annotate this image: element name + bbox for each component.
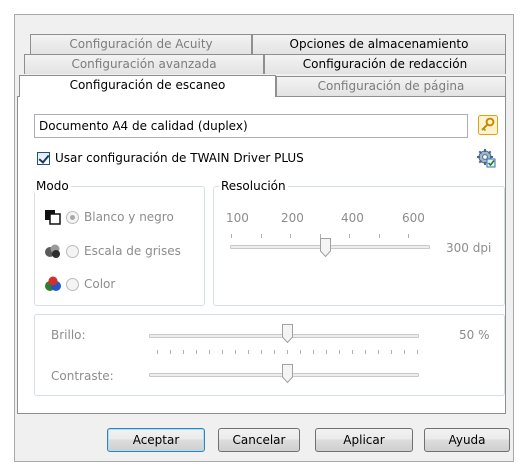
radio-grayscale[interactable]: [66, 244, 79, 258]
tab-page-settings[interactable]: Configuración de página: [276, 76, 506, 96]
contrast-slider-thumb[interactable]: [282, 364, 293, 384]
brightness-slider-thumb[interactable]: [282, 324, 293, 344]
resolution-group-title: Resolución: [219, 179, 288, 193]
mode-group-title: Modo: [34, 179, 71, 193]
resolution-scale-100: 100: [226, 211, 249, 225]
tab-storage-options[interactable]: Opciones de almacenamiento: [252, 34, 506, 54]
mode-option-black-white[interactable]: Blanco y negro: [44, 209, 174, 225]
twain-checkbox[interactable]: [37, 151, 50, 165]
color-icon: [44, 276, 62, 292]
cancel-button[interactable]: Cancelar: [218, 428, 300, 452]
apply-button[interactable]: Aplicar: [315, 428, 413, 452]
tab-redaction-settings[interactable]: Configuración de redacción: [264, 54, 506, 74]
contrast-label: Contraste:: [51, 369, 114, 383]
adjustments-group: [34, 314, 505, 396]
profile-name-text: Documento A4 de calidad (duplex): [39, 119, 248, 133]
gear-settings-icon[interactable]: [476, 148, 496, 168]
twain-option[interactable]: Usar configuración de TWAIN Driver PLUS: [37, 150, 304, 166]
grayscale-icon: [44, 243, 62, 259]
mode-label-color: Color: [84, 277, 116, 291]
tab-acuity-settings[interactable]: Configuración de Acuity: [30, 34, 252, 54]
key-icon[interactable]: [478, 115, 498, 135]
mode-option-grayscale[interactable]: Escala de grises: [44, 243, 181, 259]
mode-label-grayscale: Escala de grises: [84, 244, 181, 258]
resolution-scale-200: 200: [281, 211, 304, 225]
resolution-slider-thumb[interactable]: [320, 238, 331, 258]
resolution-scale-400: 400: [341, 211, 364, 225]
help-button[interactable]: Ayuda: [424, 428, 510, 452]
accept-button[interactable]: Aceptar: [107, 428, 205, 452]
black-white-icon: [44, 209, 62, 225]
brightness-value: 50 %: [459, 328, 490, 342]
radio-black-white[interactable]: [66, 210, 79, 224]
radio-color[interactable]: [66, 277, 79, 291]
resolution-value: 300 dpi: [446, 241, 492, 255]
twain-label: Usar configuración de TWAIN Driver PLUS: [55, 151, 304, 165]
tab-scan-settings[interactable]: Configuración de escaneo: [19, 75, 276, 97]
resolution-ticks: [231, 234, 431, 238]
resolution-scale-600: 600: [402, 211, 425, 225]
mode-label-black-white: Blanco y negro: [84, 210, 174, 224]
profile-name-field[interactable]: Documento A4 de calidad (duplex): [34, 114, 468, 138]
mode-option-color[interactable]: Color: [44, 276, 115, 292]
brightness-label: Brillo:: [51, 328, 86, 342]
adjustment-ticks: [157, 350, 419, 354]
tab-advanced-settings[interactable]: Configuración avanzada: [24, 54, 264, 74]
